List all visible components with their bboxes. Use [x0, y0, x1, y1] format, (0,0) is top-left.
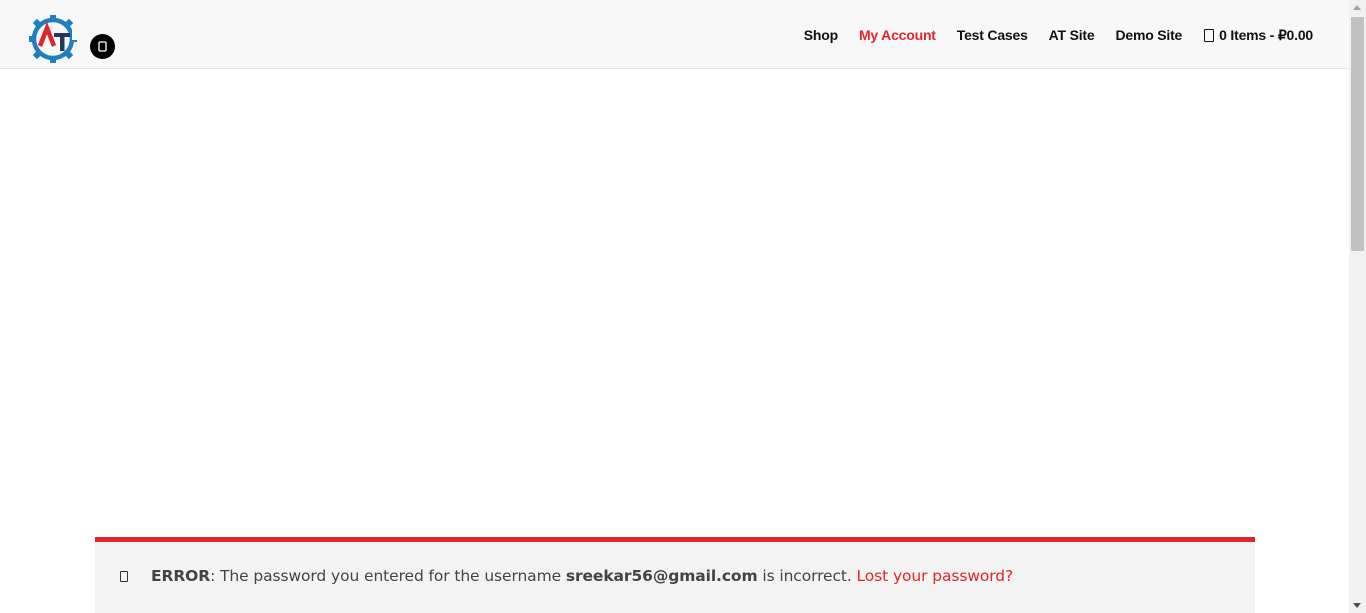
scroll-thumb[interactable] — [1351, 17, 1364, 251]
cart-label: 0 Items - ₽0.00 — [1219, 26, 1313, 43]
nav-link-demo-site[interactable]: Demo Site — [1115, 27, 1182, 43]
error-username: sreekar56@gmail.com — [565, 567, 758, 585]
site-header: Shop My Account Test Cases AT Site Demo … — [0, 0, 1349, 69]
nav-link-at-site[interactable]: AT Site — [1049, 27, 1095, 43]
error-label: ERROR — [151, 567, 211, 585]
gear-logo-icon[interactable] — [28, 14, 80, 66]
error-message: ERROR: The password you entered for the … — [151, 567, 1013, 585]
nav-link-shop[interactable]: Shop — [804, 27, 838, 43]
nav-link-test-cases[interactable]: Test Cases — [957, 27, 1028, 43]
cart-icon — [1204, 28, 1215, 42]
lost-password-link[interactable]: Lost your password? — [857, 567, 1014, 585]
page: Shop My Account Test Cases AT Site Demo … — [0, 0, 1366, 613]
error-message-prefix: : The password you entered for the usern… — [210, 567, 566, 585]
error-message-suffix: is incorrect. — [757, 567, 857, 585]
error-notice: ERROR: The password you entered for the … — [95, 537, 1255, 613]
theme-toggle-icon[interactable] — [90, 34, 115, 59]
nav-link-my-account[interactable]: My Account — [859, 27, 936, 43]
cart-link[interactable]: 0 Items - ₽0.00 — [1204, 27, 1313, 44]
main-nav: Shop My Account Test Cases AT Site Demo … — [783, 26, 1313, 44]
warning-icon — [120, 571, 128, 582]
scroll-down-arrow-icon[interactable] — [1353, 603, 1361, 608]
scroll-up-arrow-icon[interactable] — [1353, 5, 1361, 10]
vertical-scrollbar[interactable] — [1349, 0, 1366, 613]
